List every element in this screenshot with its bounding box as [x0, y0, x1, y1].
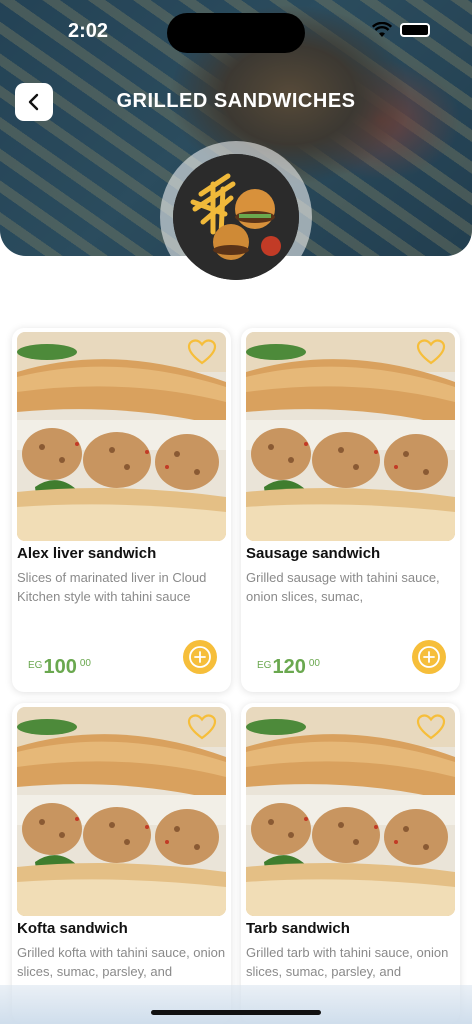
product-card[interactable]: Sausage sandwich Grilled sausage with ta…: [241, 328, 460, 692]
status-time: 2:02: [68, 20, 109, 42]
product-name: Tarb sandwich: [246, 920, 350, 937]
product-card[interactable]: Alex liver sandwich Slices of marinated …: [12, 328, 231, 692]
category-image: [173, 154, 299, 280]
add-to-cart-button[interactable]: [412, 640, 446, 674]
product-name: Sausage sandwich: [246, 545, 381, 562]
home-indicator[interactable]: [151, 1010, 321, 1015]
product-card[interactable]: Kofta sandwich Grilled kofta with tahini…: [12, 703, 231, 1024]
product-price: EG 100 00: [28, 656, 91, 679]
page-title: GRILLED SANDWICHES: [116, 90, 356, 112]
plus-circle-icon: [418, 646, 440, 668]
price-currency: EG: [257, 660, 272, 671]
dynamic-island: [167, 13, 305, 53]
heart-icon[interactable]: [416, 338, 446, 366]
category-avatar: [160, 141, 312, 293]
product-name: Kofta sandwich: [17, 920, 128, 937]
product-description: Grilled sausage with tahini sauce, onion…: [246, 570, 440, 604]
price-whole: 120: [272, 656, 306, 678]
product-price: EG 120 00: [257, 656, 320, 679]
product-name: Alex liver sandwich: [17, 545, 157, 562]
wifi-icon: [372, 22, 392, 37]
product-description: Grilled kofta with tahini sauce, onion s…: [17, 945, 226, 979]
bottom-overlay: [0, 985, 472, 1024]
product-card[interactable]: Tarb sandwich Grilled tarb with tahini s…: [241, 703, 460, 1024]
heart-icon[interactable]: [416, 713, 446, 741]
heart-icon[interactable]: [187, 713, 217, 741]
add-to-cart-button[interactable]: [183, 640, 217, 674]
status-icons: [372, 22, 430, 38]
plus-circle-icon: [189, 646, 211, 668]
price-cents: 00: [79, 658, 91, 669]
price-currency: EG: [28, 660, 43, 671]
heart-icon[interactable]: [187, 338, 217, 366]
product-description: Grilled tarb with tahini sauce, onion sl…: [246, 945, 449, 979]
product-description: Slices of marinated liver in Cloud Kitch…: [17, 570, 207, 604]
battery-icon: [400, 23, 430, 37]
price-cents: 00: [308, 658, 320, 669]
price-whole: 100: [43, 656, 77, 678]
